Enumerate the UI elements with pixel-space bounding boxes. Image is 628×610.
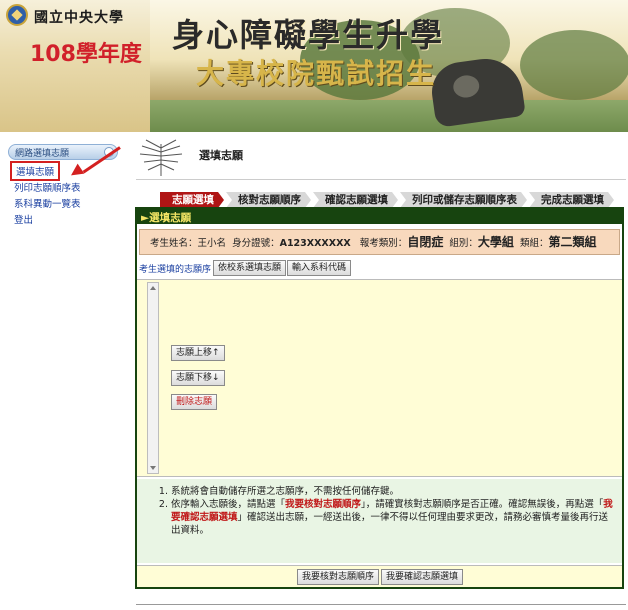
- red-arrowhead-icon: [67, 163, 85, 181]
- sidebar-item-fill-choices[interactable]: 選填志願: [10, 161, 61, 181]
- step-print-or-save[interactable]: 列印或儲存志願順序表: [400, 192, 527, 208]
- tree-shape: [520, 30, 628, 100]
- pine-branch-icon: [139, 139, 183, 176]
- panel-footer: 我要核對志願順序 我要確認志願選填: [137, 565, 622, 587]
- student-name: 王小名: [197, 238, 227, 249]
- step-complete[interactable]: 完成志願選填: [529, 192, 614, 208]
- instruction-text: 依序輸入志願後，請點選「: [171, 499, 286, 510]
- exam-category: 自閉症: [407, 235, 444, 249]
- instruction-text: 系統將會自動儲存所選之志願序，不需按任何儲存鍵。: [171, 486, 400, 497]
- move-up-button[interactable]: 志願上移↑: [171, 345, 225, 361]
- sidebar-header-label: 網路選填志願: [15, 149, 70, 159]
- banner-grass: [150, 100, 628, 132]
- exam-subgroup: 第二類組: [548, 235, 597, 249]
- divider: [136, 604, 626, 605]
- subgroup-label: 類組：: [519, 238, 549, 249]
- check-order-button[interactable]: 我要核對志願順序: [297, 569, 380, 585]
- confirm-choices-button[interactable]: 我要確認志願選填: [381, 569, 464, 585]
- sidebar-item-dept-changes[interactable]: 系科異動一覽表: [14, 196, 81, 210]
- list-scrollbar[interactable]: [147, 282, 159, 474]
- tab-by-school-dept[interactable]: 依校系選填志願: [213, 260, 287, 276]
- instruction-item: 依序輸入志願後，請點選「我要核對志願順序」，請確實核對志願順序是否正確。確認無誤…: [171, 498, 614, 537]
- step-tabs: 志願選填 核對志願順序 確認志願選填 列印或儲存志願順序表 完成志願選填: [160, 192, 616, 208]
- tab-student-choices[interactable]: 考生選填的志願序: [139, 262, 211, 275]
- banner: 國立中央大學 108學年度 身心障礙學生升學 大專校院甄試招生: [0, 0, 628, 132]
- sidebar-item-logout[interactable]: 登出: [14, 212, 33, 226]
- name-label: 考生姓名：: [150, 238, 198, 249]
- instructions: 系統將會自動儲存所選之志願序，不需按任何儲存鍵。 依序輸入志願後，請點選「我要核…: [137, 479, 622, 563]
- choices-panel: ►選填志願 考生姓名：王小名 身分證號：A123XXXXXX 報考類別：自閉症 …: [135, 207, 624, 589]
- sidebar-item-print-order[interactable]: 列印志願順序表: [14, 180, 81, 194]
- panel-header: ►選填志願: [137, 209, 622, 224]
- id-label: 身分證號：: [232, 238, 280, 249]
- panel-header-title: ►選填志願: [141, 212, 192, 224]
- university-logo: 國立中央大學: [6, 4, 136, 30]
- university-name: 國立中央大學: [34, 10, 124, 26]
- banner-title-line2: 大專校院甄試招生: [196, 57, 437, 90]
- instruction-text: 」，請確實核對志願順序是否正確。確認無誤後，再點選「: [361, 499, 604, 510]
- banner-title-line1: 身心障礙學生升學: [172, 16, 445, 54]
- page-title: 選填志願: [199, 149, 243, 162]
- scroll-up-icon[interactable]: [150, 286, 156, 290]
- choices-list-area: 志願上移↑ 志願下移↓ 刪除志願: [137, 279, 622, 477]
- instruction-highlight: 我要核對志願順序: [285, 499, 362, 510]
- move-down-button[interactable]: 志願下移↓: [171, 370, 225, 386]
- step-confirm-choices[interactable]: 確認志願選填: [313, 192, 398, 208]
- student-id: A123XXXXXX: [279, 238, 351, 249]
- instruction-item: 系統將會自動儲存所選之志願序，不需按任何儲存鍵。: [171, 485, 614, 498]
- group-label: 組別：: [449, 238, 478, 249]
- exam-group: 大學組: [477, 235, 514, 249]
- instruction-text: 」確認送出志願，一經送出後，一律不得以任何理由要求更改，請務必審慎考量後再行送出…: [171, 512, 609, 536]
- step-fill-choices[interactable]: 志願選填: [160, 192, 224, 208]
- academic-year: 108學年度: [30, 42, 142, 67]
- delete-choice-button[interactable]: 刪除志願: [171, 394, 218, 410]
- scroll-down-icon[interactable]: [150, 466, 156, 470]
- student-info-bar: 考生姓名：王小名 身分證號：A123XXXXXX 報考類別：自閉症 組別：大學組…: [139, 229, 620, 255]
- choice-tabs-row: 考生選填的志願序 依校系選填志願 輸入系科代碼: [139, 258, 620, 278]
- divider: [136, 179, 626, 180]
- seal-icon: [6, 4, 28, 26]
- tab-enter-dept-code[interactable]: 輸入系科代碼: [287, 260, 352, 276]
- step-check-order[interactable]: 核對志願順序: [226, 192, 311, 208]
- category-label: 報考類別：: [359, 238, 408, 249]
